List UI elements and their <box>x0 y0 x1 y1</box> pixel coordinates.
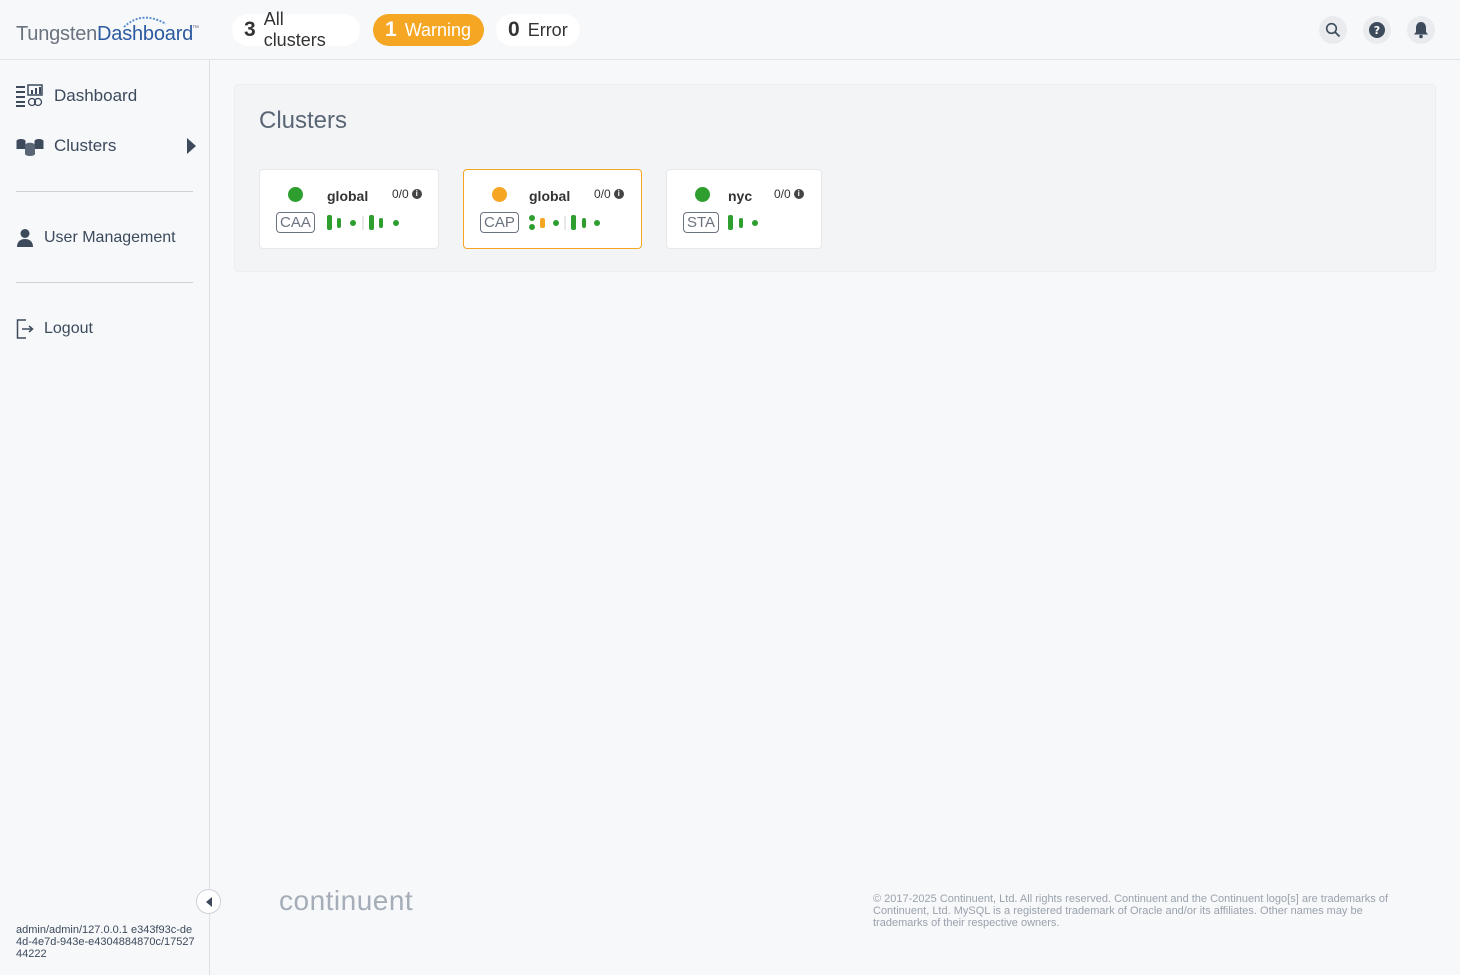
cluster-type-badge: CAA <box>276 212 315 233</box>
status-indicator <box>492 187 507 202</box>
sidebar-item-label: Logout <box>44 320 93 337</box>
clusters-icon <box>16 139 44 156</box>
sidebar: Dashboard Clusters User Management Logou… <box>0 60 210 975</box>
app-logo[interactable]: TungstenDashboard ™ <box>16 14 206 48</box>
search-icon[interactable] <box>1319 16 1347 44</box>
logo-text-tungsten: Tungsten <box>16 23 98 45</box>
cluster-count-value: 0/0 <box>774 187 791 201</box>
cluster-name: global <box>529 188 571 204</box>
all-clusters-label: All clusters <box>263 9 326 50</box>
cluster-type-badge: CAP <box>480 212 519 233</box>
info-icon[interactable]: i <box>411 189 422 199</box>
node-status-icons <box>728 215 758 230</box>
cluster-count-value: 0/0 <box>594 187 611 201</box>
top-bar: TungstenDashboard ™ 3 All clusters 1 War… <box>0 0 1460 60</box>
node-status-icons <box>529 215 600 230</box>
sidebar-item-label: Clusters <box>54 136 117 155</box>
cluster-count[interactable]: 0/0 i <box>594 187 624 201</box>
all-clusters-filter[interactable]: 3 All clusters <box>232 9 360 50</box>
page-title: Clusters <box>259 107 348 134</box>
info-icon[interactable]: i <box>793 189 804 199</box>
clusters-panel: Clusters global 0/0 i CAA global 0/0 i C… <box>234 84 1436 272</box>
warning-label: Warning <box>404 19 472 40</box>
sidebar-divider <box>16 282 193 283</box>
warning-filter[interactable]: 1 Warning <box>373 14 484 46</box>
svg-text:?: ? <box>1374 24 1380 37</box>
sidebar-item-clusters[interactable]: Clusters <box>16 132 196 160</box>
info-icon[interactable]: i <box>613 189 624 199</box>
cluster-card[interactable]: global 0/0 i CAA <box>259 169 439 249</box>
caret-left-icon <box>205 896 212 907</box>
sidebar-item-dashboard[interactable]: Dashboard <box>16 82 196 110</box>
sidebar-item-logout[interactable]: Logout <box>16 315 196 343</box>
footer-brand-logo: continuent <box>279 885 414 916</box>
sidebar-divider <box>16 191 193 192</box>
cluster-count[interactable]: 0/0 i <box>774 187 804 201</box>
sidebar-item-user-management[interactable]: User Management <box>16 224 196 252</box>
bell-icon[interactable] <box>1407 16 1435 44</box>
warning-count: 1 <box>385 18 397 41</box>
all-clusters-count: 3 <box>244 18 256 41</box>
status-indicator <box>288 187 303 202</box>
cluster-count[interactable]: 0/0 i <box>392 187 422 201</box>
cluster-name: global <box>327 188 369 204</box>
cluster-count-value: 0/0 <box>392 187 409 201</box>
sidebar-item-label: User Management <box>44 229 176 246</box>
logout-icon <box>16 319 34 339</box>
error-label: Error <box>527 19 568 40</box>
copyright-text: © 2017-2025 Continuent, Ltd. All rights … <box>873 893 1389 929</box>
node-status-icons <box>327 215 399 230</box>
cluster-name: nyc <box>728 188 753 204</box>
session-info: admin/admin/127.0.0.1 e343f93c-de4d-4e7d… <box>16 924 195 960</box>
caret-right-icon[interactable] <box>187 138 196 154</box>
logo-text-dashboard: Dashboard <box>97 23 194 45</box>
dashboard-icon <box>16 84 43 107</box>
user-icon <box>17 229 33 247</box>
error-count: 0 <box>508 18 520 41</box>
error-filter[interactable]: 0 Error <box>496 14 580 46</box>
cluster-card[interactable]: nyc 0/0 i STA <box>666 169 822 249</box>
help-icon[interactable]: ? <box>1363 16 1391 44</box>
status-indicator <box>695 187 710 202</box>
logo-trademark: ™ <box>192 25 199 32</box>
sidebar-collapse-button[interactable] <box>196 889 221 914</box>
sidebar-item-label: Dashboard <box>54 86 138 105</box>
cluster-type-badge: STA <box>683 212 720 233</box>
cluster-card[interactable]: global 0/0 i CAP <box>463 169 642 249</box>
